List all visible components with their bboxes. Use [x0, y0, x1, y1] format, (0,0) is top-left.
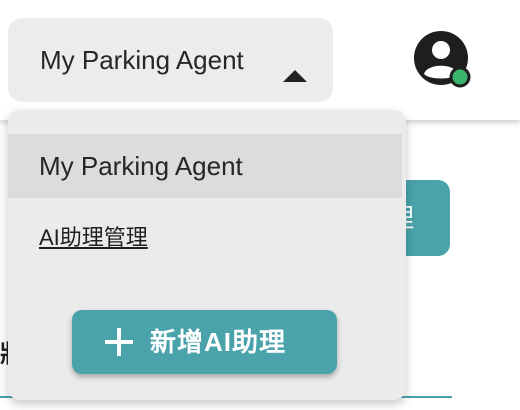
- add-ai-assistant-button[interactable]: 新增AI助理: [72, 310, 337, 374]
- agent-dropdown-menu: My Parking Agent AI助理管理 新增AI助理: [8, 110, 406, 400]
- add-ai-assistant-label: 新增AI助理: [150, 327, 287, 357]
- online-status-dot: [449, 66, 471, 88]
- agent-selector[interactable]: My Parking Agent: [8, 18, 333, 102]
- top-bar: My Parking Agent: [0, 0, 520, 120]
- menu-item-my-parking-agent[interactable]: My Parking Agent: [8, 134, 402, 198]
- plus-icon: [105, 328, 133, 356]
- agent-selector-label: My Parking Agent: [40, 45, 244, 75]
- manage-ai-assistants-link[interactable]: AI助理管理: [39, 223, 148, 253]
- user-avatar-icon[interactable]: [413, 30, 471, 88]
- caret-up-icon: [283, 70, 307, 82]
